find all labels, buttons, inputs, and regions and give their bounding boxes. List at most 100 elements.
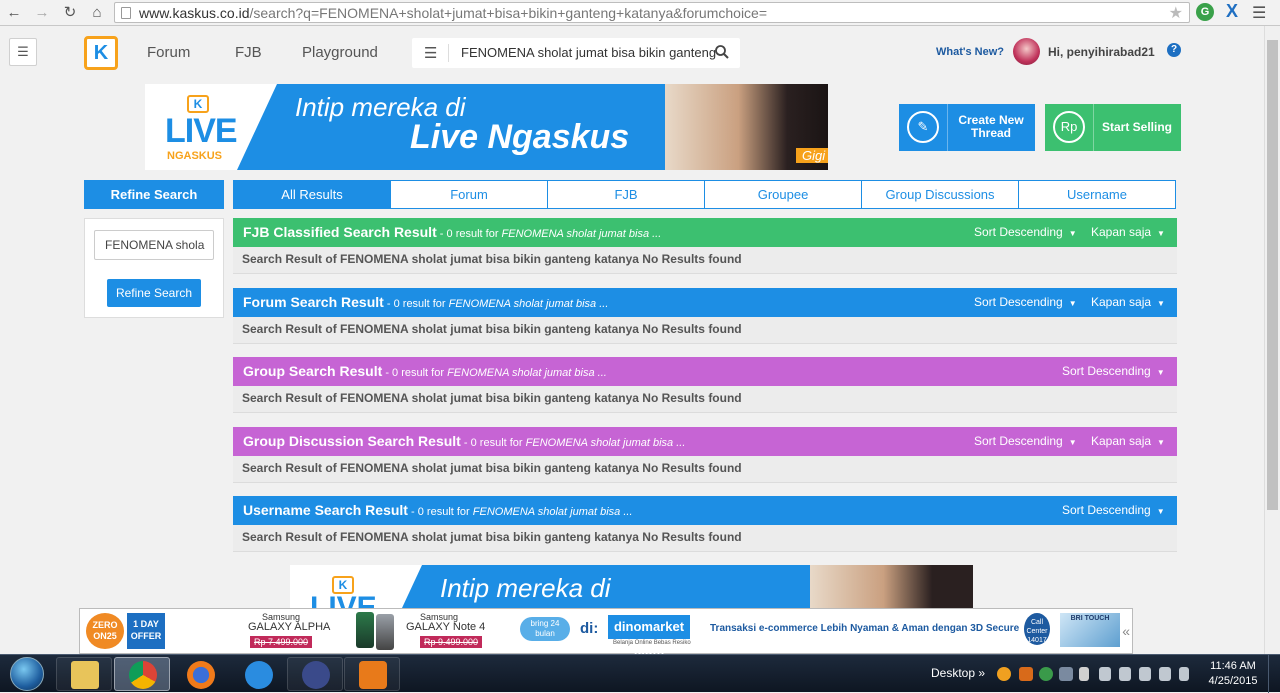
bri-touch-card: BRI TOUCH [1060,613,1120,647]
live-ngaskus-banner[interactable]: K LIVE NGASKUS Intip mereka di Live Ngas… [145,84,828,170]
x-extension-icon[interactable]: X [1226,1,1238,22]
page-scrollbar[interactable] [1264,26,1280,656]
nav-fjb[interactable]: FJB [235,44,262,61]
taskbar-firefox[interactable] [172,657,228,691]
banner-line2: Live Ngaskus [410,118,630,156]
media-player-icon [302,661,330,689]
scrollbar-thumb[interactable] [1267,40,1278,510]
refine-search-button[interactable]: Refine Search [107,279,201,307]
windows-taskbar: Desktop » 11:46 AM 4/25/2015 [0,654,1280,693]
signal-icon[interactable] [1159,667,1171,681]
collapse-ad-icon[interactable]: « [1122,623,1130,639]
taskbar-media-player[interactable] [287,657,343,691]
section-title: FJB Classified Search Result [243,224,437,240]
network-icon[interactable] [1099,667,1111,681]
show-desktop-button[interactable] [1268,655,1280,693]
tray-app-icon[interactable] [1059,667,1073,681]
section-result-text: Search Result of FENOMENA sholat jumat b… [233,456,1177,483]
refine-search-title: Refine Search [84,180,224,209]
page-icon [121,7,131,19]
hamburger-menu-button[interactable]: ☰ [9,38,37,66]
ad-tagline: Transaksi e-commerce Lebih Nyaman & Aman… [710,623,1020,634]
chrome-icon [129,661,157,689]
time-dropdown[interactable]: Kapan saja ▼ [1091,295,1165,309]
time-dropdown[interactable]: Kapan saja ▼ [1091,225,1165,239]
refine-search-input[interactable]: FENOMENA shola [94,230,214,260]
forward-icon[interactable]: → [32,3,52,23]
live-logo-text: LIVE [165,112,238,150]
system-tray [995,665,1195,683]
desktop-toolbar-label[interactable]: Desktop » [931,666,985,680]
rupiah-icon: Rp [1053,111,1085,143]
nav-playground[interactable]: Playground [302,44,378,61]
tray-app-icon[interactable] [997,667,1011,681]
section-title: Username Search Result [243,502,408,518]
advertisement-bar[interactable]: ZERO ON25 1 DAY OFFER Samsung GALAXY ALP… [79,608,1133,658]
taskbar-explorer[interactable] [56,657,112,691]
bookmark-star-icon[interactable]: ★ [1169,3,1183,23]
fjb-result-section: FJB Classified Search Result - 0 result … [233,218,1177,274]
call-center-badge: Call Center 14017 [1024,613,1050,645]
volume-icon[interactable] [1179,667,1189,681]
site-header: ☰ K Forum FJB Playground ☰ FENOMENA shol… [0,26,1264,80]
tray-app-icon[interactable] [1019,667,1033,681]
home-icon[interactable]: ⌂ [87,3,107,23]
reload-icon[interactable]: ↻ [60,3,80,23]
search-box[interactable]: ☰ FENOMENA sholat jumat bisa bikin gante… [412,38,740,68]
sort-dropdown[interactable]: Sort Descending ▼ [1062,503,1165,517]
sort-dropdown[interactable]: Sort Descending ▼ [974,295,1077,309]
whats-new-link[interactable]: What's New? [936,46,1004,58]
sort-dropdown[interactable]: Sort Descending ▼ [1062,364,1165,378]
refine-search-panel: FENOMENA shola Refine Search [84,218,224,318]
section-result-text: Search Result of FENOMENA sholat jumat b… [233,525,1177,552]
taskbar-ie[interactable] [230,657,286,691]
search-input[interactable]: FENOMENA sholat jumat bisa bikin ganteng [461,45,716,60]
kaskus-logo[interactable]: K [84,36,118,70]
user-greeting[interactable]: Hi, penyihirabad21 [1048,45,1155,59]
tab-group-discussions[interactable]: Group Discussions [861,181,1018,208]
search-category-menu-icon[interactable]: ☰ [424,44,437,62]
taskbar-chrome[interactable] [114,657,170,691]
section-title: Forum Search Result [243,294,384,310]
banner-line1: Intip mereka di [440,573,611,603]
video-player-icon [359,661,387,689]
group-result-section: Group Search Result - 0 result for FENOM… [233,357,1177,413]
caret-down-icon: ▼ [1068,438,1077,447]
phone-image [356,612,374,648]
avatar[interactable] [1013,38,1040,65]
phone-image [376,614,394,650]
back-icon[interactable]: ← [4,3,24,23]
dinomarket-logo: dinomarket .com [608,615,690,658]
taskbar-clock[interactable]: 11:46 AM 4/25/2015 [1205,659,1261,689]
browser-menu-icon[interactable]: ☰ [1252,3,1266,23]
sort-dropdown[interactable]: Sort Descending ▼ [974,225,1077,239]
live-ngaskus-banner-bottom[interactable]: K LIVE Intip mereka di [290,565,973,610]
create-new-thread-button[interactable]: ✎ Create New Thread [899,104,1035,151]
flag-icon[interactable] [1079,667,1089,681]
live-logo-sub: NGASKUS [167,150,223,162]
tab-username[interactable]: Username [1018,181,1175,208]
tab-fjb[interactable]: FJB [547,181,704,208]
search-icon[interactable] [714,44,730,60]
start-button[interactable] [2,655,52,693]
group-discussion-result-section: Group Discussion Search Result - 0 resul… [233,427,1177,483]
time-dropdown[interactable]: Kapan saja ▼ [1091,434,1165,448]
nav-forum[interactable]: Forum [147,44,190,61]
start-selling-button[interactable]: Rp Start Selling [1045,104,1181,151]
help-icon[interactable]: ? [1167,43,1181,57]
taskbar-video-app[interactable] [344,657,400,691]
sort-dropdown[interactable]: Sort Descending ▼ [974,434,1077,448]
address-bar[interactable]: www.kaskus.co.id/search?q=FENOMENA+shola… [114,2,1190,23]
tab-all-results[interactable]: All Results [234,181,390,208]
result-tabs: All Results Forum FJB Groupee Group Disc… [233,180,1176,209]
url-text: www.kaskus.co.id/search?q=FENOMENA+shola… [139,5,768,21]
tab-groupee[interactable]: Groupee [704,181,861,208]
extension-icon[interactable]: G [1196,3,1214,21]
day-offer-badge: 1 DAY OFFER [127,613,165,649]
tray-app-icon[interactable] [1039,667,1053,681]
tab-forum[interactable]: Forum [390,181,547,208]
display-icon[interactable] [1119,667,1131,681]
battery-icon[interactable] [1139,667,1151,681]
section-result-text: Search Result of FENOMENA sholat jumat b… [233,386,1177,413]
caret-down-icon: ▼ [1157,438,1165,447]
